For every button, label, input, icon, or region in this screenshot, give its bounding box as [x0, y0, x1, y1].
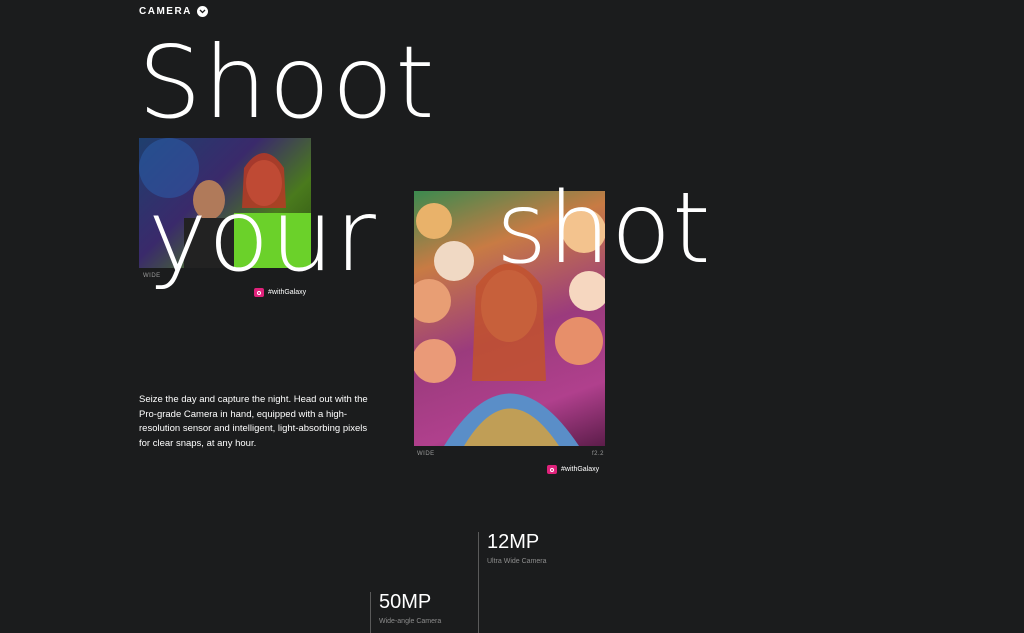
headline-line3: shot — [496, 172, 712, 286]
headline-line2: your — [148, 177, 377, 294]
photo2-caption: WIDE — [417, 451, 435, 457]
spec-label: Ultra Wide Camera — [487, 558, 547, 565]
spec-value: 50MP — [379, 591, 432, 613]
hashtag-label: #withGalaxy — [561, 466, 600, 473]
photo2-aperture: f2.2 — [592, 451, 605, 457]
camera-icon — [547, 465, 557, 474]
spec-value: 12MP — [487, 531, 540, 553]
spec-wide-angle: 50MP Wide-angle Camera — [370, 592, 441, 633]
section-label: CAMERA — [139, 6, 192, 17]
chevron-down-icon — [196, 6, 208, 17]
headline-line1: Shoot — [138, 24, 437, 141]
spec-ultra-wide: 12MP Ultra Wide Camera — [478, 532, 547, 633]
camera-description: Seize the day and capture the night. Hea… — [139, 394, 368, 449]
photo2-hashtag: #withGalaxy — [547, 465, 599, 474]
camera-section-toggle[interactable]: CAMERA — [139, 6, 208, 17]
spec-label: Wide-angle Camera — [379, 618, 442, 625]
